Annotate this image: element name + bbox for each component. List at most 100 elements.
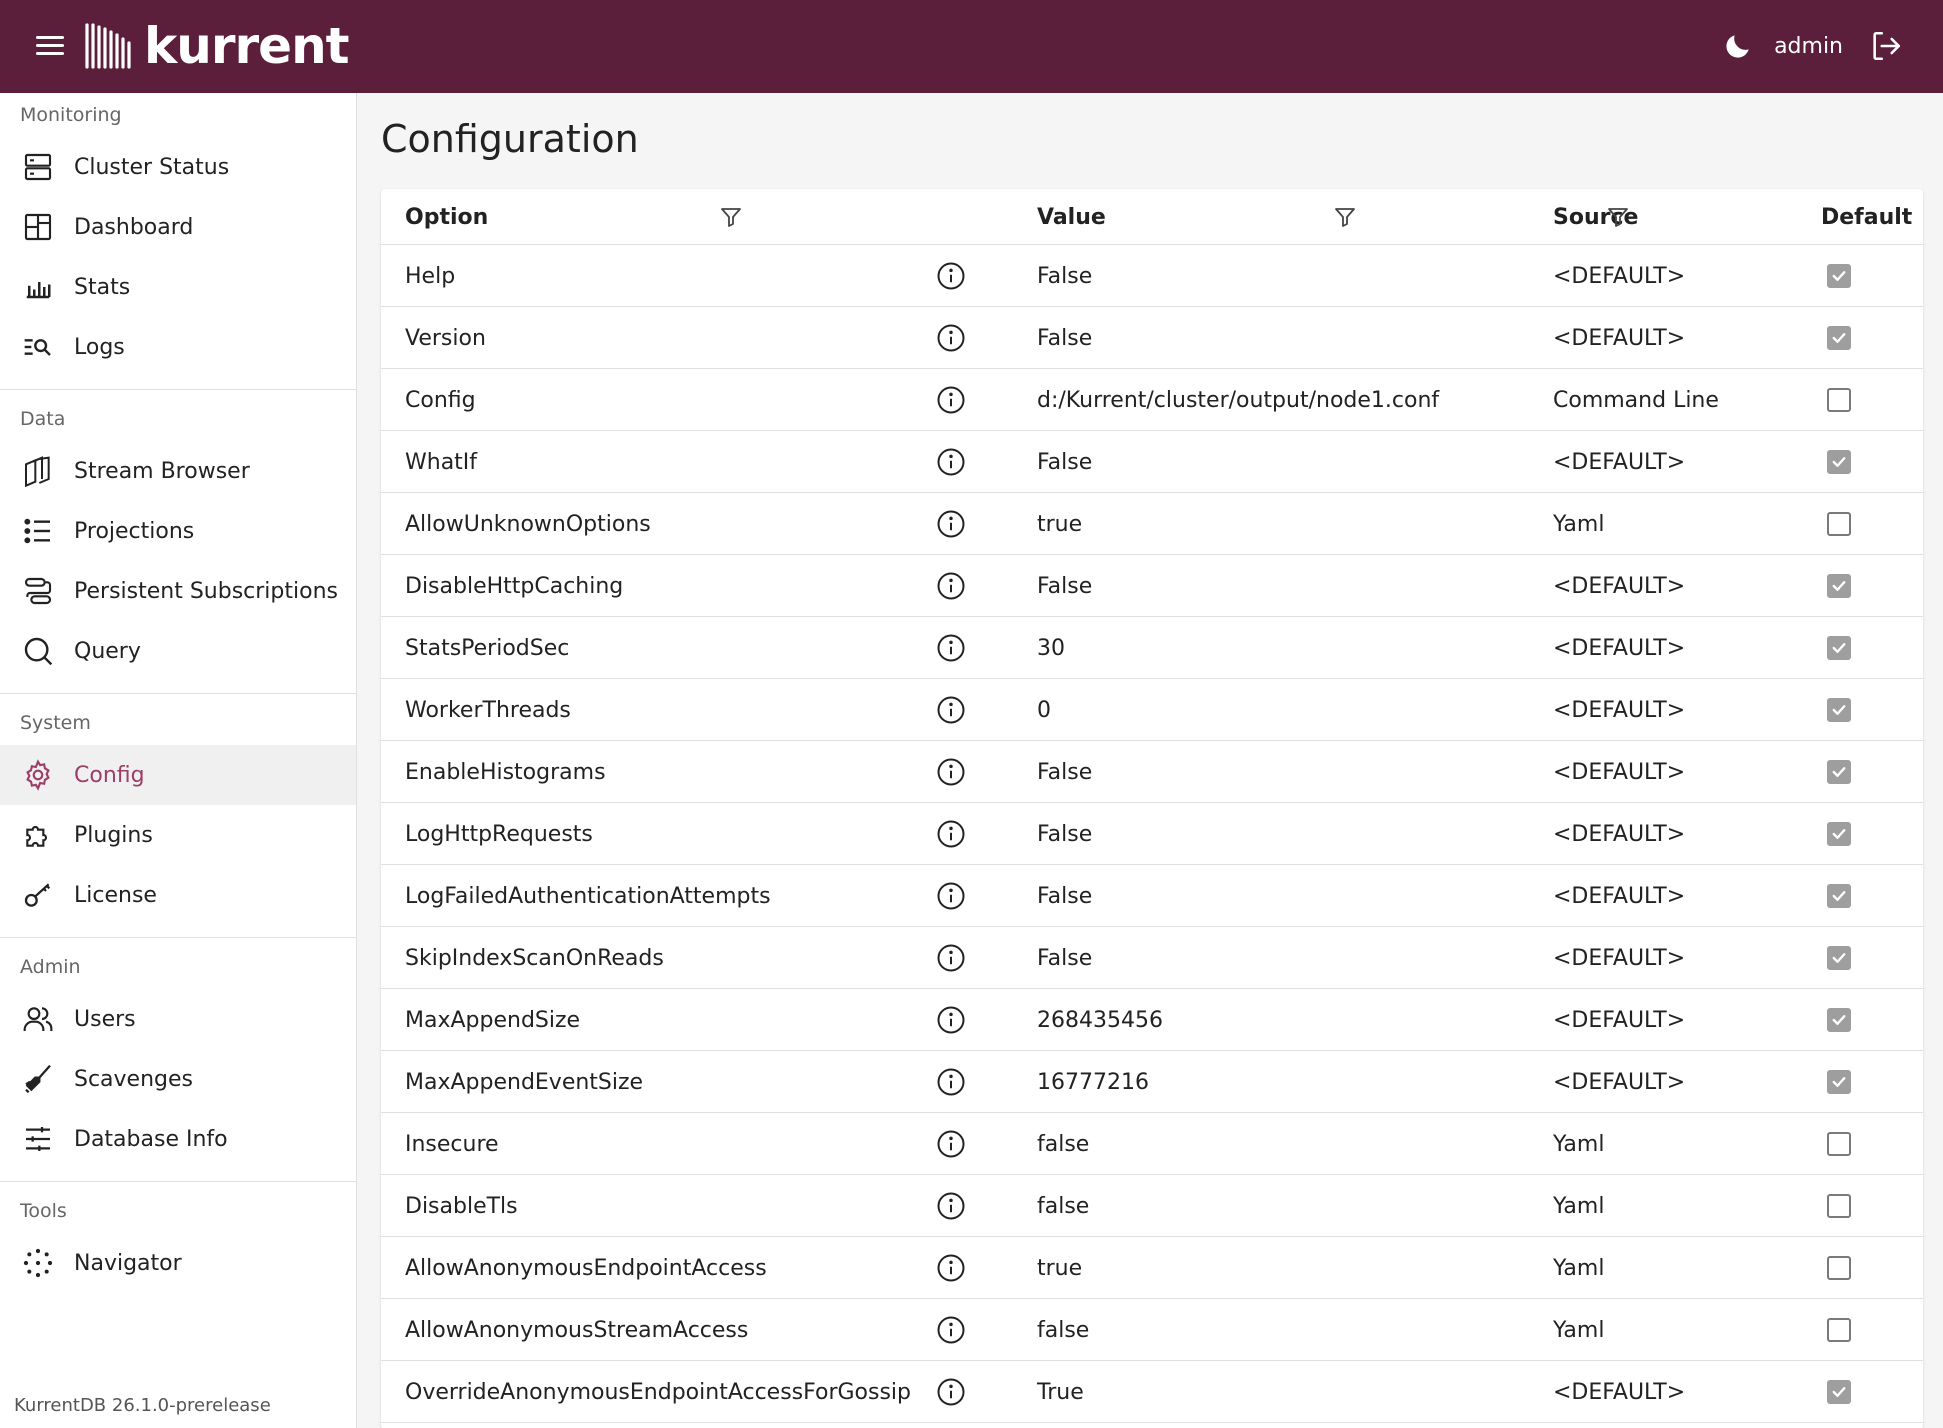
source-cell: <DEFAULT>: [1553, 573, 1686, 599]
source-cell: <DEFAULT>: [1553, 1007, 1686, 1033]
default-checkbox[interactable]: [1827, 946, 1851, 970]
sidebar-item-projections[interactable]: Projections: [0, 501, 356, 561]
info-icon[interactable]: [936, 1005, 966, 1035]
default-checkbox[interactable]: [1827, 388, 1851, 412]
info-icon[interactable]: [936, 261, 966, 291]
sidebar-item-plugins[interactable]: Plugins: [0, 805, 356, 865]
column-header-option[interactable]: Option: [405, 189, 488, 245]
info-button[interactable]: [936, 927, 966, 989]
sidebar-divider: [0, 1181, 356, 1182]
info-button[interactable]: [936, 1299, 966, 1361]
table-row: Insecure false Yaml: [381, 1113, 1923, 1175]
sidebar-item-database-info[interactable]: Database Info: [0, 1109, 356, 1169]
info-button[interactable]: [936, 1051, 966, 1113]
sidebar-item-navigator[interactable]: Navigator: [0, 1233, 356, 1293]
default-checkbox[interactable]: [1827, 1070, 1851, 1094]
default-checkbox[interactable]: [1827, 1380, 1851, 1404]
sidebar-item-dashboard[interactable]: Dashboard: [0, 197, 356, 257]
info-button[interactable]: [936, 1237, 966, 1299]
sidebar-item-users[interactable]: Users: [0, 989, 356, 1049]
info-icon[interactable]: [936, 1191, 966, 1221]
column-header-default[interactable]: Default: [1821, 189, 1912, 245]
info-icon[interactable]: [936, 1377, 966, 1407]
info-icon[interactable]: [936, 1315, 966, 1345]
info-button[interactable]: [936, 245, 966, 307]
info-icon[interactable]: [936, 571, 966, 601]
default-checkbox[interactable]: [1827, 884, 1851, 908]
default-checkbox[interactable]: [1827, 450, 1851, 474]
filter-icon[interactable]: [719, 205, 743, 229]
sidebar-item-license[interactable]: License: [0, 865, 356, 925]
info-icon[interactable]: [936, 509, 966, 539]
info-button[interactable]: [936, 307, 966, 369]
default-checkbox[interactable]: [1827, 1132, 1851, 1156]
menu-icon[interactable]: [30, 31, 70, 63]
info-icon[interactable]: [936, 323, 966, 353]
sidebar-item-stats[interactable]: Stats: [0, 257, 356, 317]
default-checkbox[interactable]: [1827, 1008, 1851, 1032]
value-cell: true: [1037, 511, 1083, 537]
info-button[interactable]: [936, 865, 966, 927]
filter-icon[interactable]: [1606, 205, 1630, 229]
info-icon[interactable]: [936, 695, 966, 725]
default-checkbox[interactable]: [1827, 1256, 1851, 1280]
sidebar-item-query[interactable]: Query: [0, 621, 356, 681]
logout-icon[interactable]: [1869, 29, 1903, 63]
info-icon[interactable]: [936, 1067, 966, 1097]
sidebar-item-config[interactable]: Config: [0, 745, 356, 805]
info-button[interactable]: [936, 989, 966, 1051]
user-name[interactable]: admin: [1774, 34, 1843, 59]
info-icon[interactable]: [936, 881, 966, 911]
info-button[interactable]: [936, 493, 966, 555]
value-cell: false: [1037, 1193, 1090, 1219]
default-cell: [1827, 679, 1851, 741]
kurrent-logo[interactable]: kurrent: [84, 18, 350, 74]
filter-icon[interactable]: [1333, 205, 1357, 229]
default-cell: [1827, 803, 1851, 865]
default-checkbox[interactable]: [1827, 1318, 1851, 1342]
table-row: DisableHttpCaching False <DEFAULT>: [381, 555, 1923, 617]
default-checkbox[interactable]: [1827, 512, 1851, 536]
info-icon[interactable]: [936, 819, 966, 849]
info-button[interactable]: [936, 1361, 966, 1423]
info-icon[interactable]: [936, 633, 966, 663]
table-row: WorkerThreads 0 <DEFAULT>: [381, 679, 1923, 741]
table-body: Help False <DEFAULT> Version False <DEFA…: [381, 245, 1923, 1423]
info-button[interactable]: [936, 679, 966, 741]
sidebar-item-label: Plugins: [74, 822, 153, 848]
dark-mode-moon-icon[interactable]: [1722, 30, 1754, 62]
sidebar-item-stream-browser[interactable]: Stream Browser: [0, 441, 356, 501]
section-title-system: System: [20, 712, 91, 734]
default-checkbox[interactable]: [1827, 1194, 1851, 1218]
option-cell: AllowUnknownOptions: [405, 511, 651, 537]
default-checkbox[interactable]: [1827, 264, 1851, 288]
info-icon[interactable]: [936, 1129, 966, 1159]
info-icon[interactable]: [936, 447, 966, 477]
default-checkbox[interactable]: [1827, 698, 1851, 722]
info-icon[interactable]: [936, 757, 966, 787]
default-checkbox[interactable]: [1827, 822, 1851, 846]
info-button[interactable]: [936, 431, 966, 493]
default-checkbox[interactable]: [1827, 326, 1851, 350]
sidebar-item-logs[interactable]: Logs: [0, 317, 356, 377]
info-button[interactable]: [936, 617, 966, 679]
info-icon[interactable]: [936, 1253, 966, 1283]
column-header-value[interactable]: Value: [1037, 189, 1106, 245]
sidebar-item-persistent-subscriptions[interactable]: Persistent Subscriptions: [0, 561, 356, 621]
sidebar-item-label: Dashboard: [74, 214, 194, 240]
source-cell: <DEFAULT>: [1553, 263, 1686, 289]
info-button[interactable]: [936, 803, 966, 865]
info-icon[interactable]: [936, 385, 966, 415]
option-cell: WorkerThreads: [405, 697, 571, 723]
default-checkbox[interactable]: [1827, 574, 1851, 598]
info-button[interactable]: [936, 1175, 966, 1237]
sidebar-item-cluster-status[interactable]: Cluster Status: [0, 137, 356, 197]
default-checkbox[interactable]: [1827, 636, 1851, 660]
sidebar-item-scavenges[interactable]: Scavenges: [0, 1049, 356, 1109]
default-checkbox[interactable]: [1827, 760, 1851, 784]
info-button[interactable]: [936, 1113, 966, 1175]
info-icon[interactable]: [936, 943, 966, 973]
info-button[interactable]: [936, 369, 966, 431]
info-button[interactable]: [936, 555, 966, 617]
info-button[interactable]: [936, 741, 966, 803]
